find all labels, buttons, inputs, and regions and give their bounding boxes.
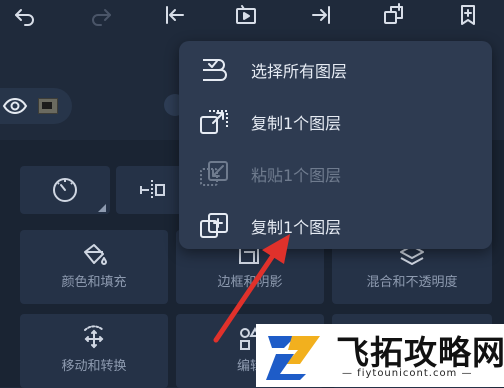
- select-all-layers-icon: [199, 55, 231, 85]
- flip-icon: [137, 175, 167, 205]
- eye-icon[interactable]: [2, 96, 28, 116]
- redo-icon[interactable]: [88, 2, 116, 28]
- watermark-logo: [262, 330, 326, 382]
- play-icon[interactable]: [232, 2, 260, 28]
- undo-icon[interactable]: [10, 2, 38, 28]
- layer-actions-menu: 选择所有图层 复制1个图层 粘贴1个图层 复制1个图层: [179, 41, 492, 249]
- speedometer-icon: [50, 175, 80, 205]
- skip-to-end-icon[interactable]: [308, 2, 336, 28]
- paste-layer-icon: [199, 159, 231, 189]
- top-toolbar: [0, 0, 504, 30]
- card-label: 颜色和填充: [61, 275, 127, 290]
- bookmark-add-icon[interactable]: [454, 2, 482, 28]
- menu-item-copy-layer[interactable]: 复制1个图层: [179, 95, 492, 147]
- menu-item-paste-layer[interactable]: 粘贴1个图层: [179, 147, 492, 199]
- color-fill-card[interactable]: 颜色和填充: [20, 230, 168, 304]
- copy-layer-icon: [199, 107, 231, 137]
- menu-item-label: 选择所有图层: [251, 62, 348, 81]
- menu-item-label: 复制1个图层: [251, 114, 342, 133]
- watermark-url: — fiytounicont.com —: [342, 368, 473, 379]
- watermark-title: 飞拓攻略网: [336, 333, 504, 372]
- card-label: 移动和转换: [61, 359, 127, 374]
- menu-item-select-all-layers[interactable]: 选择所有图层: [179, 43, 492, 95]
- duplicate-icon[interactable]: [380, 2, 408, 28]
- menu-item-label: 粘贴1个图层: [251, 166, 342, 185]
- flip-button[interactable]: [116, 166, 188, 214]
- move-transform-card[interactable]: 移动和转换: [20, 314, 168, 388]
- paint-bucket-icon: [79, 240, 109, 270]
- skip-to-start-icon[interactable]: [160, 2, 188, 28]
- card-label: 混合和不透明度: [366, 275, 458, 290]
- layer-thumbnail[interactable]: [38, 98, 58, 114]
- speedometer-button[interactable]: [20, 166, 110, 214]
- move-transform-icon: [79, 324, 109, 354]
